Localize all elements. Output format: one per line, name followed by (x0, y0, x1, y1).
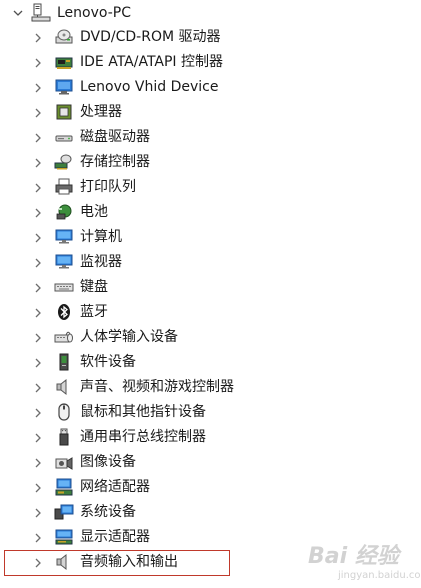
chevron-right-icon[interactable] (32, 157, 44, 169)
usb-icon (54, 427, 74, 447)
tree-item-label: 打印队列 (80, 179, 136, 195)
chevron-right-icon[interactable] (32, 257, 44, 269)
dvd-drive-icon (54, 27, 74, 47)
tree-item-label: 电池 (80, 204, 108, 220)
bluetooth-icon (54, 302, 74, 322)
system-device-icon (54, 502, 74, 522)
tree-item-ide-controller[interactable]: IDE ATA/ATAPI 控制器 (0, 50, 421, 75)
mouse-icon (54, 402, 74, 422)
tree-item-label: 人体学输入设备 (80, 329, 178, 345)
display-adapter-icon (54, 527, 74, 547)
computer-icon (31, 3, 51, 23)
chevron-right-icon[interactable] (32, 507, 44, 519)
chevron-right-icon[interactable] (32, 332, 44, 344)
tree-item-disk-drive[interactable]: 磁盘驱动器 (0, 125, 421, 150)
chevron-right-icon[interactable] (32, 32, 44, 44)
tree-item-label: 磁盘驱动器 (80, 129, 150, 145)
chevron-right-icon[interactable] (32, 457, 44, 469)
tree-item-processor[interactable]: 处理器 (0, 100, 421, 125)
chevron-right-icon[interactable] (32, 407, 44, 419)
baidu-jingyan-watermark: Bai 经验 jingyan.baidu.com (300, 534, 421, 586)
tree-item-label: 键盘 (80, 279, 108, 295)
tree-item-label: Lenovo Vhid Device (80, 79, 219, 95)
storage-controller-icon (54, 152, 74, 172)
keyboard-icon (54, 277, 74, 297)
tree-item-computer-monitor[interactable]: 计算机 (0, 225, 421, 250)
tree-item-monitor[interactable]: 监视器 (0, 250, 421, 275)
hid-icon (54, 327, 74, 347)
network-adapter-icon (54, 477, 74, 497)
tree-item-storage-controller[interactable]: 存储控制器 (0, 150, 421, 175)
tree-item-vhid-device[interactable]: Lenovo Vhid Device (0, 75, 421, 100)
tree-item-bluetooth[interactable]: 蓝牙 (0, 300, 421, 325)
chevron-down-icon[interactable] (12, 7, 24, 19)
vhid-device-icon (54, 77, 74, 97)
chevron-right-icon[interactable] (32, 207, 44, 219)
tree-root-label: Lenovo-PC (57, 5, 131, 21)
disk-drive-icon (54, 127, 74, 147)
chevron-right-icon[interactable] (32, 482, 44, 494)
watermark-sub-text: jingyan.baidu.com (338, 570, 421, 581)
tree-item-printer[interactable]: 打印队列 (0, 175, 421, 200)
tree-item-label: 处理器 (80, 104, 122, 120)
chevron-right-icon[interactable] (32, 57, 44, 69)
chevron-right-icon[interactable] (32, 132, 44, 144)
tree-item-label: 计算机 (80, 229, 122, 245)
ide-controller-icon (54, 52, 74, 72)
tree-item-label: 存储控制器 (80, 154, 150, 170)
tree-item-dvd-drive[interactable]: DVD/CD-ROM 驱动器 (0, 25, 421, 50)
tree-item-label: 网络适配器 (80, 479, 150, 495)
tree-root-node[interactable]: Lenovo-PC (0, 0, 421, 25)
tree-item-label: DVD/CD-ROM 驱动器 (80, 29, 221, 45)
printer-icon (54, 177, 74, 197)
camera-icon (54, 452, 74, 472)
software-device-icon (54, 352, 74, 372)
tree-item-battery[interactable]: 电池 (0, 200, 421, 225)
tree-item-speaker[interactable]: 声音、视频和游戏控制器 (0, 375, 421, 400)
chevron-right-icon[interactable] (32, 82, 44, 94)
chevron-right-icon[interactable] (32, 432, 44, 444)
tree-item-network-adapter[interactable]: 网络适配器 (0, 475, 421, 500)
chevron-right-icon[interactable] (32, 357, 44, 369)
tree-item-label: 通用串行总线控制器 (80, 429, 206, 445)
tree-item-mouse[interactable]: 鼠标和其他指针设备 (0, 400, 421, 425)
tree-item-label: 声音、视频和游戏控制器 (80, 379, 234, 395)
tree-item-camera[interactable]: 图像设备 (0, 450, 421, 475)
chevron-right-icon[interactable] (32, 282, 44, 294)
speaker-icon (54, 377, 74, 397)
tree-item-hid[interactable]: 人体学输入设备 (0, 325, 421, 350)
tree-item-label: 显示适配器 (80, 529, 150, 545)
chevron-right-icon[interactable] (32, 532, 44, 544)
tree-item-software-device[interactable]: 软件设备 (0, 350, 421, 375)
tree-item-label: 鼠标和其他指针设备 (80, 404, 206, 420)
processor-icon (54, 102, 74, 122)
watermark-main-text: Bai 经验 (308, 544, 399, 569)
monitor-icon (54, 252, 74, 272)
tree-item-label: IDE ATA/ATAPI 控制器 (80, 54, 224, 70)
tree-item-label: 蓝牙 (80, 304, 108, 320)
tree-item-system-device[interactable]: 系统设备 (0, 500, 421, 525)
highlight-box (4, 550, 230, 576)
battery-icon (54, 202, 74, 222)
tree-item-usb[interactable]: 通用串行总线控制器 (0, 425, 421, 450)
tree-item-label: 监视器 (80, 254, 122, 270)
chevron-right-icon[interactable] (32, 107, 44, 119)
computer-monitor-icon (54, 227, 74, 247)
tree-item-label: 图像设备 (80, 454, 136, 470)
chevron-right-icon[interactable] (32, 382, 44, 394)
tree-item-keyboard[interactable]: 键盘 (0, 275, 421, 300)
chevron-right-icon[interactable] (32, 182, 44, 194)
tree-item-label: 系统设备 (80, 504, 136, 520)
tree-item-label: 软件设备 (80, 354, 136, 370)
chevron-right-icon[interactable] (32, 307, 44, 319)
chevron-right-icon[interactable] (32, 232, 44, 244)
